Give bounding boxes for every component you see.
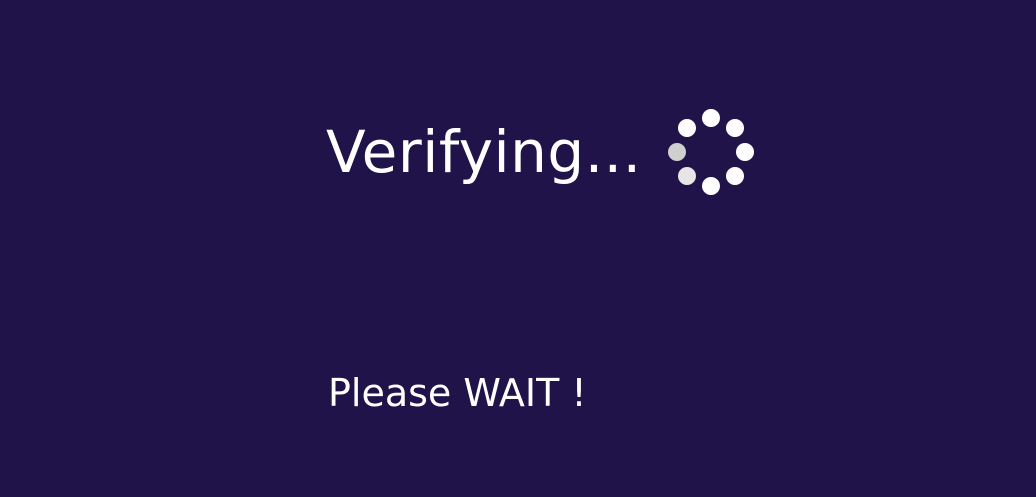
spinner-dot — [701, 177, 720, 195]
verifying-title: Verifying... — [326, 118, 642, 186]
verify-header: Verifying... — [326, 109, 756, 195]
spinner-dot — [677, 167, 696, 186]
loading-spinner-icon — [666, 107, 756, 197]
spinner-dot — [725, 167, 744, 186]
spinner-dot — [701, 109, 720, 127]
please-wait-message: Please WAIT ! — [328, 371, 587, 415]
spinner-dot — [667, 143, 686, 161]
spinner-dot — [735, 143, 754, 161]
spinner-dot — [725, 118, 744, 137]
spinner-dot — [677, 118, 696, 137]
verification-screen: Verifying... Please WAIT ! — [0, 0, 1036, 497]
